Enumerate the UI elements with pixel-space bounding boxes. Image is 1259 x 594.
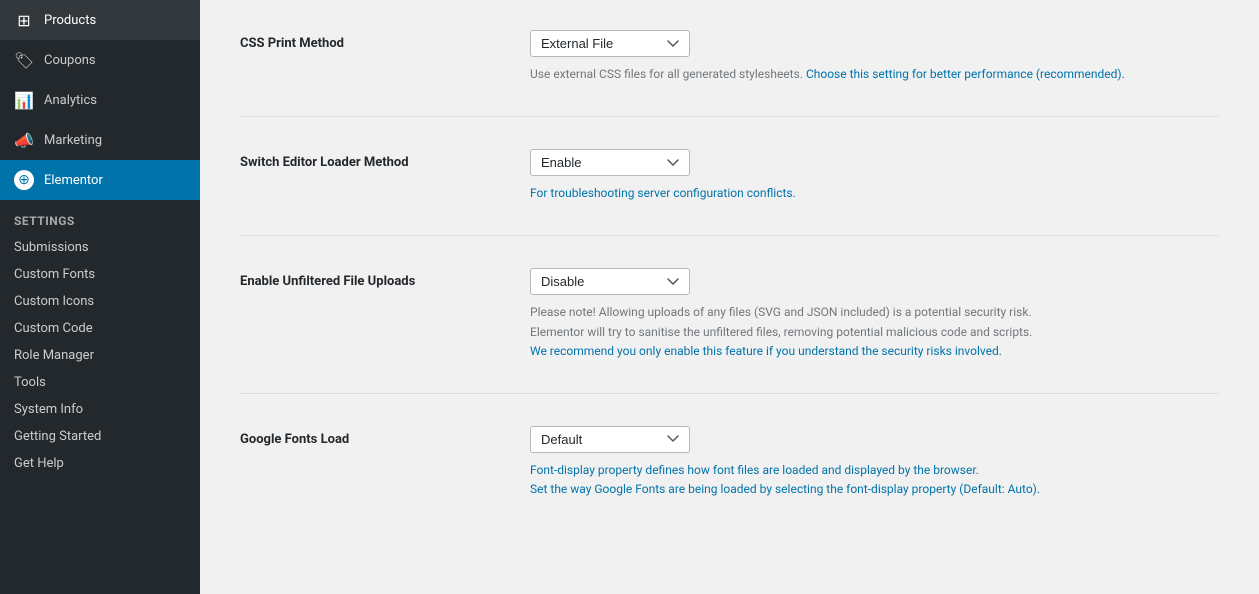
switch-editor-loader-select[interactable]: Enable Disable bbox=[530, 149, 690, 176]
sidebar-item-label: Products bbox=[44, 13, 96, 28]
css-print-method-control: External File Internal Embedding Use ext… bbox=[530, 30, 1219, 84]
megaphone-icon: 📣 bbox=[14, 130, 34, 150]
css-print-method-label: CSS Print Method bbox=[240, 30, 500, 51]
sidebar-subitem-tools[interactable]: Tools bbox=[0, 369, 200, 396]
sidebar-item-label: Coupons bbox=[44, 53, 96, 68]
unfiltered-desc-line3: We recommend you only enable this featur… bbox=[530, 344, 1002, 358]
google-fonts-select[interactable]: Default Early Late Disable bbox=[530, 426, 690, 453]
sidebar: ⊞ Products 🏷 Coupons 📊 Analytics 📣 Marke… bbox=[0, 0, 200, 594]
sidebar-item-analytics[interactable]: 📊 Analytics bbox=[0, 80, 200, 120]
sidebar-subitem-submissions[interactable]: Submissions bbox=[0, 234, 200, 261]
main-content: CSS Print Method External File Internal … bbox=[200, 0, 1259, 594]
sidebar-item-marketing[interactable]: 📣 Marketing bbox=[0, 120, 200, 160]
sidebar-subitem-system-info[interactable]: System Info bbox=[0, 396, 200, 423]
switch-editor-loader-desc: For troubleshooting server configuration… bbox=[530, 186, 796, 200]
chart-icon: 📊 bbox=[14, 90, 34, 110]
sidebar-item-coupons[interactable]: 🏷 Coupons bbox=[0, 40, 200, 80]
google-fonts-description: Font-display property defines how font f… bbox=[530, 461, 1219, 499]
sidebar-subitem-get-help[interactable]: Get Help bbox=[0, 450, 200, 477]
google-fonts-desc-line1: Font-display property defines how font f… bbox=[530, 463, 979, 477]
switch-editor-loader-section: Switch Editor Loader Method Enable Disab… bbox=[240, 149, 1219, 236]
unfiltered-uploads-section: Enable Unfiltered File Uploads Disable E… bbox=[240, 268, 1219, 394]
css-print-desc-plain: Use external CSS files for all generated… bbox=[530, 67, 806, 81]
css-print-method-description: Use external CSS files for all generated… bbox=[530, 65, 1219, 84]
google-fonts-control: Default Early Late Disable Font-display … bbox=[530, 426, 1219, 499]
grid-icon: ⊞ bbox=[14, 10, 34, 30]
unfiltered-uploads-description: Please note! Allowing uploads of any fil… bbox=[530, 303, 1219, 361]
sidebar-subitem-getting-started[interactable]: Getting Started bbox=[0, 423, 200, 450]
switch-editor-loader-label: Switch Editor Loader Method bbox=[240, 149, 500, 170]
sidebar-item-elementor[interactable]: Elementor bbox=[0, 160, 200, 200]
unfiltered-desc-line2: Elementor will try to sanitise the unfil… bbox=[530, 325, 1032, 339]
css-print-desc-link: Choose this setting for better performan… bbox=[806, 67, 1125, 81]
sidebar-subitem-custom-icons[interactable]: Custom Icons bbox=[0, 288, 200, 315]
css-print-method-section: CSS Print Method External File Internal … bbox=[240, 30, 1219, 117]
sidebar-item-label: Analytics bbox=[44, 93, 97, 108]
google-fonts-desc-line2: Set the way Google Fonts are being loade… bbox=[530, 482, 1040, 496]
sidebar-subitem-custom-fonts[interactable]: Custom Fonts bbox=[0, 261, 200, 288]
switch-editor-loader-control: Enable Disable For troubleshooting serve… bbox=[530, 149, 1219, 203]
google-fonts-label: Google Fonts Load bbox=[240, 426, 500, 447]
sidebar-item-label: Elementor bbox=[44, 173, 103, 188]
settings-section-title: Settings bbox=[0, 200, 200, 234]
sidebar-item-label: Marketing bbox=[44, 133, 102, 148]
unfiltered-uploads-select[interactable]: Disable Enable bbox=[530, 268, 690, 295]
sidebar-item-products[interactable]: ⊞ Products bbox=[0, 0, 200, 40]
sidebar-subitem-role-manager[interactable]: Role Manager bbox=[0, 342, 200, 369]
switch-editor-loader-description: For troubleshooting server configuration… bbox=[530, 184, 1219, 203]
css-print-method-select[interactable]: External File Internal Embedding bbox=[530, 30, 690, 57]
sidebar-subitem-custom-code[interactable]: Custom Code bbox=[0, 315, 200, 342]
elementor-icon bbox=[14, 170, 34, 190]
unfiltered-uploads-control: Disable Enable Please note! Allowing upl… bbox=[530, 268, 1219, 361]
unfiltered-uploads-label: Enable Unfiltered File Uploads bbox=[240, 268, 500, 289]
tag-icon: 🏷 bbox=[14, 50, 34, 70]
google-fonts-section: Google Fonts Load Default Early Late Dis… bbox=[240, 426, 1219, 531]
unfiltered-desc-line1: Please note! Allowing uploads of any fil… bbox=[530, 305, 1032, 319]
